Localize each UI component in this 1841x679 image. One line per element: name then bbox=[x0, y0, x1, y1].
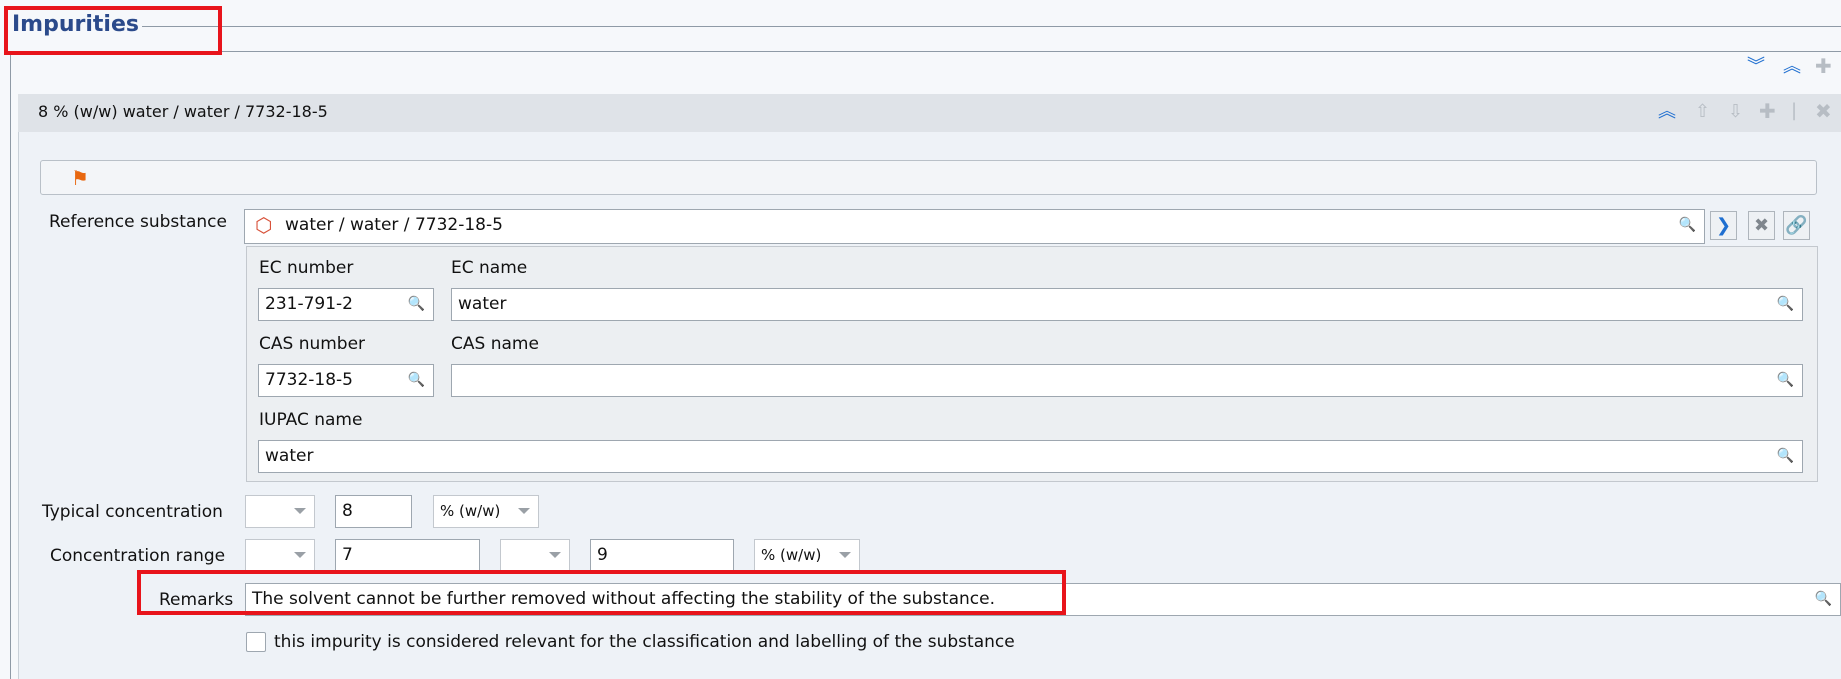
reference-substance-value: water / water / 7732-18-5 bbox=[285, 215, 503, 235]
add-icon[interactable]: ✚ bbox=[1759, 101, 1776, 121]
range-lower-field[interactable]: 7 bbox=[335, 539, 480, 572]
search-icon[interactable]: 🔍 bbox=[1679, 210, 1696, 241]
typical-concentration-value: 8 bbox=[342, 501, 353, 521]
range-upper-value: 9 bbox=[597, 545, 608, 565]
reference-substance-label: Reference substance bbox=[49, 212, 227, 232]
range-upper-field[interactable]: 9 bbox=[590, 539, 734, 572]
add-icon[interactable]: ✚ bbox=[1815, 56, 1832, 76]
flag-icon[interactable]: ⚑ bbox=[71, 166, 89, 190]
range-lower-qualifier-select[interactable] bbox=[245, 539, 315, 572]
cas-number-value: 7732-18-5 bbox=[265, 370, 353, 390]
entry-header[interactable]: 8 % (w/w) water / water / 7732-18-5 ︽ ⇧ … bbox=[18, 94, 1841, 132]
section-header: Impurities bbox=[0, 0, 1841, 52]
search-icon[interactable]: 🔍 bbox=[1777, 365, 1794, 396]
typical-qualifier-select[interactable] bbox=[245, 495, 315, 528]
range-unit-select[interactable]: % (w/w) bbox=[754, 539, 860, 572]
delete-icon[interactable]: ✖ bbox=[1815, 101, 1832, 121]
typical-unit-value: % (w/w) bbox=[440, 502, 501, 520]
concentration-range-label: Concentration range bbox=[50, 546, 226, 566]
range-unit-value: % (w/w) bbox=[761, 546, 822, 564]
ec-number-value: 231-791-2 bbox=[265, 294, 353, 314]
cas-name-field[interactable]: 🔍 bbox=[451, 364, 1803, 397]
expand-all-icon[interactable]: ︾ bbox=[1747, 57, 1765, 77]
range-lower-value: 7 bbox=[342, 545, 353, 565]
relevance-checkbox[interactable] bbox=[246, 632, 266, 652]
toolbar-divider: | bbox=[1791, 100, 1798, 121]
typical-concentration-field[interactable]: 8 bbox=[335, 495, 412, 528]
search-icon[interactable]: 🔍 bbox=[1777, 441, 1794, 472]
move-down-icon[interactable]: ⇩ bbox=[1728, 102, 1743, 122]
ec-name-label: EC name bbox=[451, 258, 528, 278]
ec-number-field[interactable]: 231-791-2 🔍 bbox=[258, 288, 434, 321]
move-up-icon[interactable]: ⇧ bbox=[1695, 102, 1710, 122]
cas-number-label: CAS number bbox=[259, 334, 366, 354]
substance-icon: ⬡ bbox=[255, 213, 273, 237]
typical-concentration-label: Typical concentration bbox=[42, 502, 223, 522]
collapse-all-icon[interactable]: ︽ bbox=[1783, 57, 1801, 77]
ec-number-label: EC number bbox=[259, 258, 354, 278]
highlight-box-title bbox=[4, 6, 222, 55]
chevron-down-icon bbox=[518, 508, 530, 514]
section-border-top bbox=[10, 51, 1841, 52]
chevron-down-icon bbox=[839, 552, 851, 558]
reference-substance-field[interactable]: ⬡ water / water / 7732-18-5 🔍 bbox=[244, 209, 1705, 244]
highlight-box-remarks bbox=[137, 570, 1066, 615]
section-border-left bbox=[10, 51, 11, 679]
iupac-name-field[interactable]: water 🔍 bbox=[258, 440, 1803, 473]
chevron-down-icon bbox=[549, 552, 561, 558]
ec-name-value: water bbox=[458, 294, 507, 314]
search-icon[interactable]: 🔍 bbox=[1777, 289, 1794, 320]
search-icon[interactable]: 🔍 bbox=[408, 289, 425, 320]
cas-number-field[interactable]: 7732-18-5 🔍 bbox=[258, 364, 434, 397]
chevron-down-icon bbox=[294, 552, 306, 558]
entry-title: 8 % (w/w) water / water / 7732-18-5 bbox=[38, 102, 328, 121]
iupac-name-label: IUPAC name bbox=[259, 410, 363, 430]
cas-name-label: CAS name bbox=[451, 334, 539, 354]
collapse-icon[interactable]: ︽ bbox=[1658, 102, 1676, 122]
iupac-name-value: water bbox=[265, 446, 314, 466]
title-rule bbox=[142, 26, 1841, 27]
chevron-down-icon bbox=[294, 508, 306, 514]
typical-unit-select[interactable]: % (w/w) bbox=[433, 495, 539, 528]
relevance-checkbox-label[interactable]: this impurity is considered relevant for… bbox=[274, 632, 1015, 652]
link-reference-button[interactable]: 🔗 bbox=[1783, 211, 1810, 240]
flag-bar[interactable]: ⚑ bbox=[40, 160, 1817, 195]
clear-reference-button[interactable]: ✖ bbox=[1748, 211, 1775, 240]
go-to-substance-button[interactable]: ❯ bbox=[1710, 211, 1737, 240]
search-icon[interactable]: 🔍 bbox=[408, 365, 425, 396]
range-upper-qualifier-select[interactable] bbox=[500, 539, 570, 572]
ec-name-field[interactable]: water 🔍 bbox=[451, 288, 1803, 321]
search-icon[interactable]: 🔍 bbox=[1815, 584, 1832, 615]
